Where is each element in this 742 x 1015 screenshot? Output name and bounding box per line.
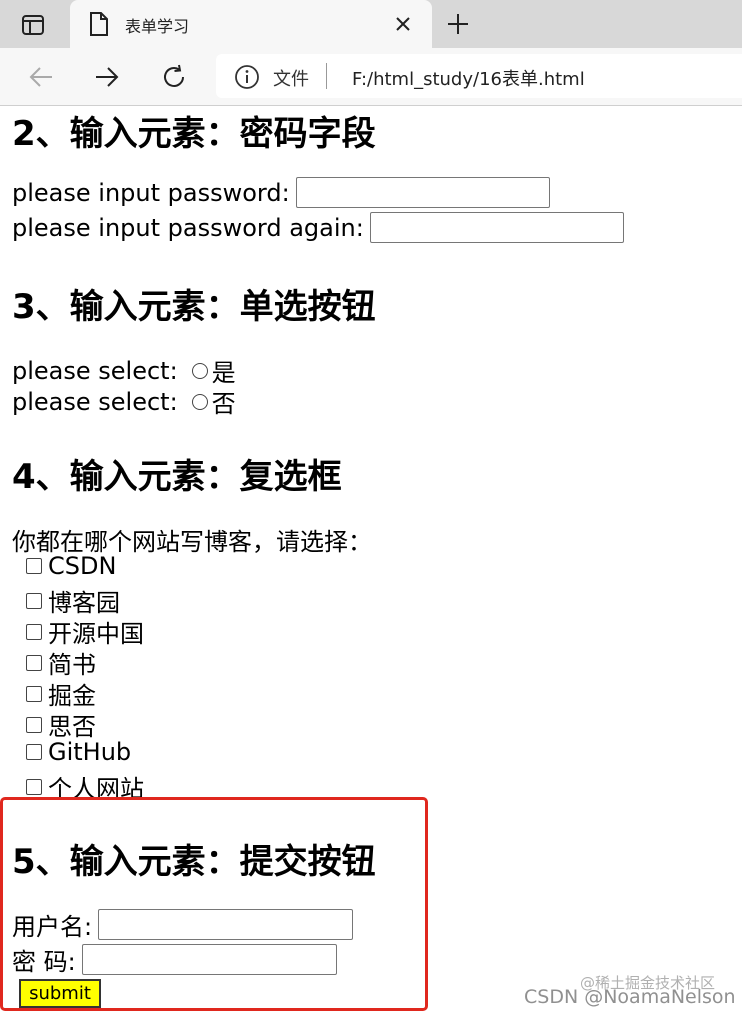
checkbox-label: 思否 <box>48 713 96 741</box>
close-icon[interactable] <box>392 13 414 35</box>
info-icon[interactable] <box>234 64 260 90</box>
checkbox-item: 开源中国 <box>26 614 144 649</box>
checkbox-jianshu[interactable] <box>26 654 42 671</box>
radio-label-2: please select: <box>12 387 178 416</box>
password-label: please input password: <box>12 178 290 207</box>
checkbox-item: CSDN <box>26 552 116 580</box>
document-icon <box>88 12 110 36</box>
refresh-icon[interactable] <box>157 60 191 94</box>
checkbox-item: 简书 <box>26 645 96 680</box>
password-row-1: please input password: <box>12 177 550 208</box>
forward-arrow-icon[interactable] <box>90 60 124 94</box>
radio-section-heading: 3、输入元素：单选按钮 <box>12 287 376 327</box>
checkbox-item: GitHub <box>26 738 131 766</box>
password-again-label: please input password again: <box>12 213 364 242</box>
radio-row-1: please select: 是 <box>12 353 236 388</box>
checkbox-cnblogs[interactable] <box>26 592 42 609</box>
radio-yes-label: 是 <box>211 359 236 387</box>
sidebar-toggle-icon[interactable] <box>18 10 48 40</box>
checkbox-segmentfault[interactable] <box>26 716 42 733</box>
password-row-2: please input password again: <box>12 212 624 243</box>
password-again-input[interactable] <box>369 212 624 243</box>
new-tab-icon[interactable] <box>444 10 472 38</box>
browser-tab[interactable]: 表单学习 <box>70 0 432 48</box>
address-separator <box>326 63 327 89</box>
password-input[interactable] <box>295 177 550 208</box>
submit-button[interactable]: submit <box>19 979 101 1008</box>
checkbox-item: 思否 <box>26 707 96 742</box>
checkbox-item: 博客园 <box>26 583 120 618</box>
radio-yes[interactable] <box>191 362 208 379</box>
checkbox-label: 简书 <box>48 651 96 679</box>
radio-no-label: 否 <box>211 390 236 418</box>
radio-row-2: please select: 否 <box>12 384 236 419</box>
checkbox-item: 掘金 <box>26 676 96 711</box>
checkbox-label: 掘金 <box>48 682 96 710</box>
back-arrow-icon[interactable] <box>24 60 58 94</box>
browser-toolbar: 文件 F:/html_study/16表单.html <box>0 48 742 106</box>
watermark-csdn: CSDN @NoamaNelson <box>524 986 736 1008</box>
checkbox-csdn[interactable] <box>26 558 42 574</box>
checkbox-juejin[interactable] <box>26 685 42 702</box>
checkbox-label: 开源中国 <box>48 620 144 648</box>
radio-no[interactable] <box>191 393 208 410</box>
tab-title: 表单学习 <box>125 17 190 36</box>
address-scheme-label: 文件 <box>273 69 309 90</box>
checkbox-label: CSDN <box>48 552 117 580</box>
checkbox-label: 博客园 <box>48 589 120 617</box>
checkbox-section-heading: 4、输入元素：复选框 <box>12 457 342 497</box>
checkbox-oschina[interactable] <box>26 623 42 640</box>
tab-bar: 表单学习 <box>0 0 742 48</box>
radio-label-1: please select: <box>12 356 178 385</box>
address-bar[interactable]: 文件 F:/html_study/16表单.html <box>216 54 742 98</box>
checkbox-personal-site[interactable] <box>26 778 42 795</box>
address-url[interactable]: F:/html_study/16表单.html <box>352 65 585 91</box>
checkbox-label: GitHub <box>48 738 132 766</box>
password-section-heading: 2、输入元素：密码字段 <box>12 114 376 154</box>
checkbox-github[interactable] <box>26 744 42 760</box>
